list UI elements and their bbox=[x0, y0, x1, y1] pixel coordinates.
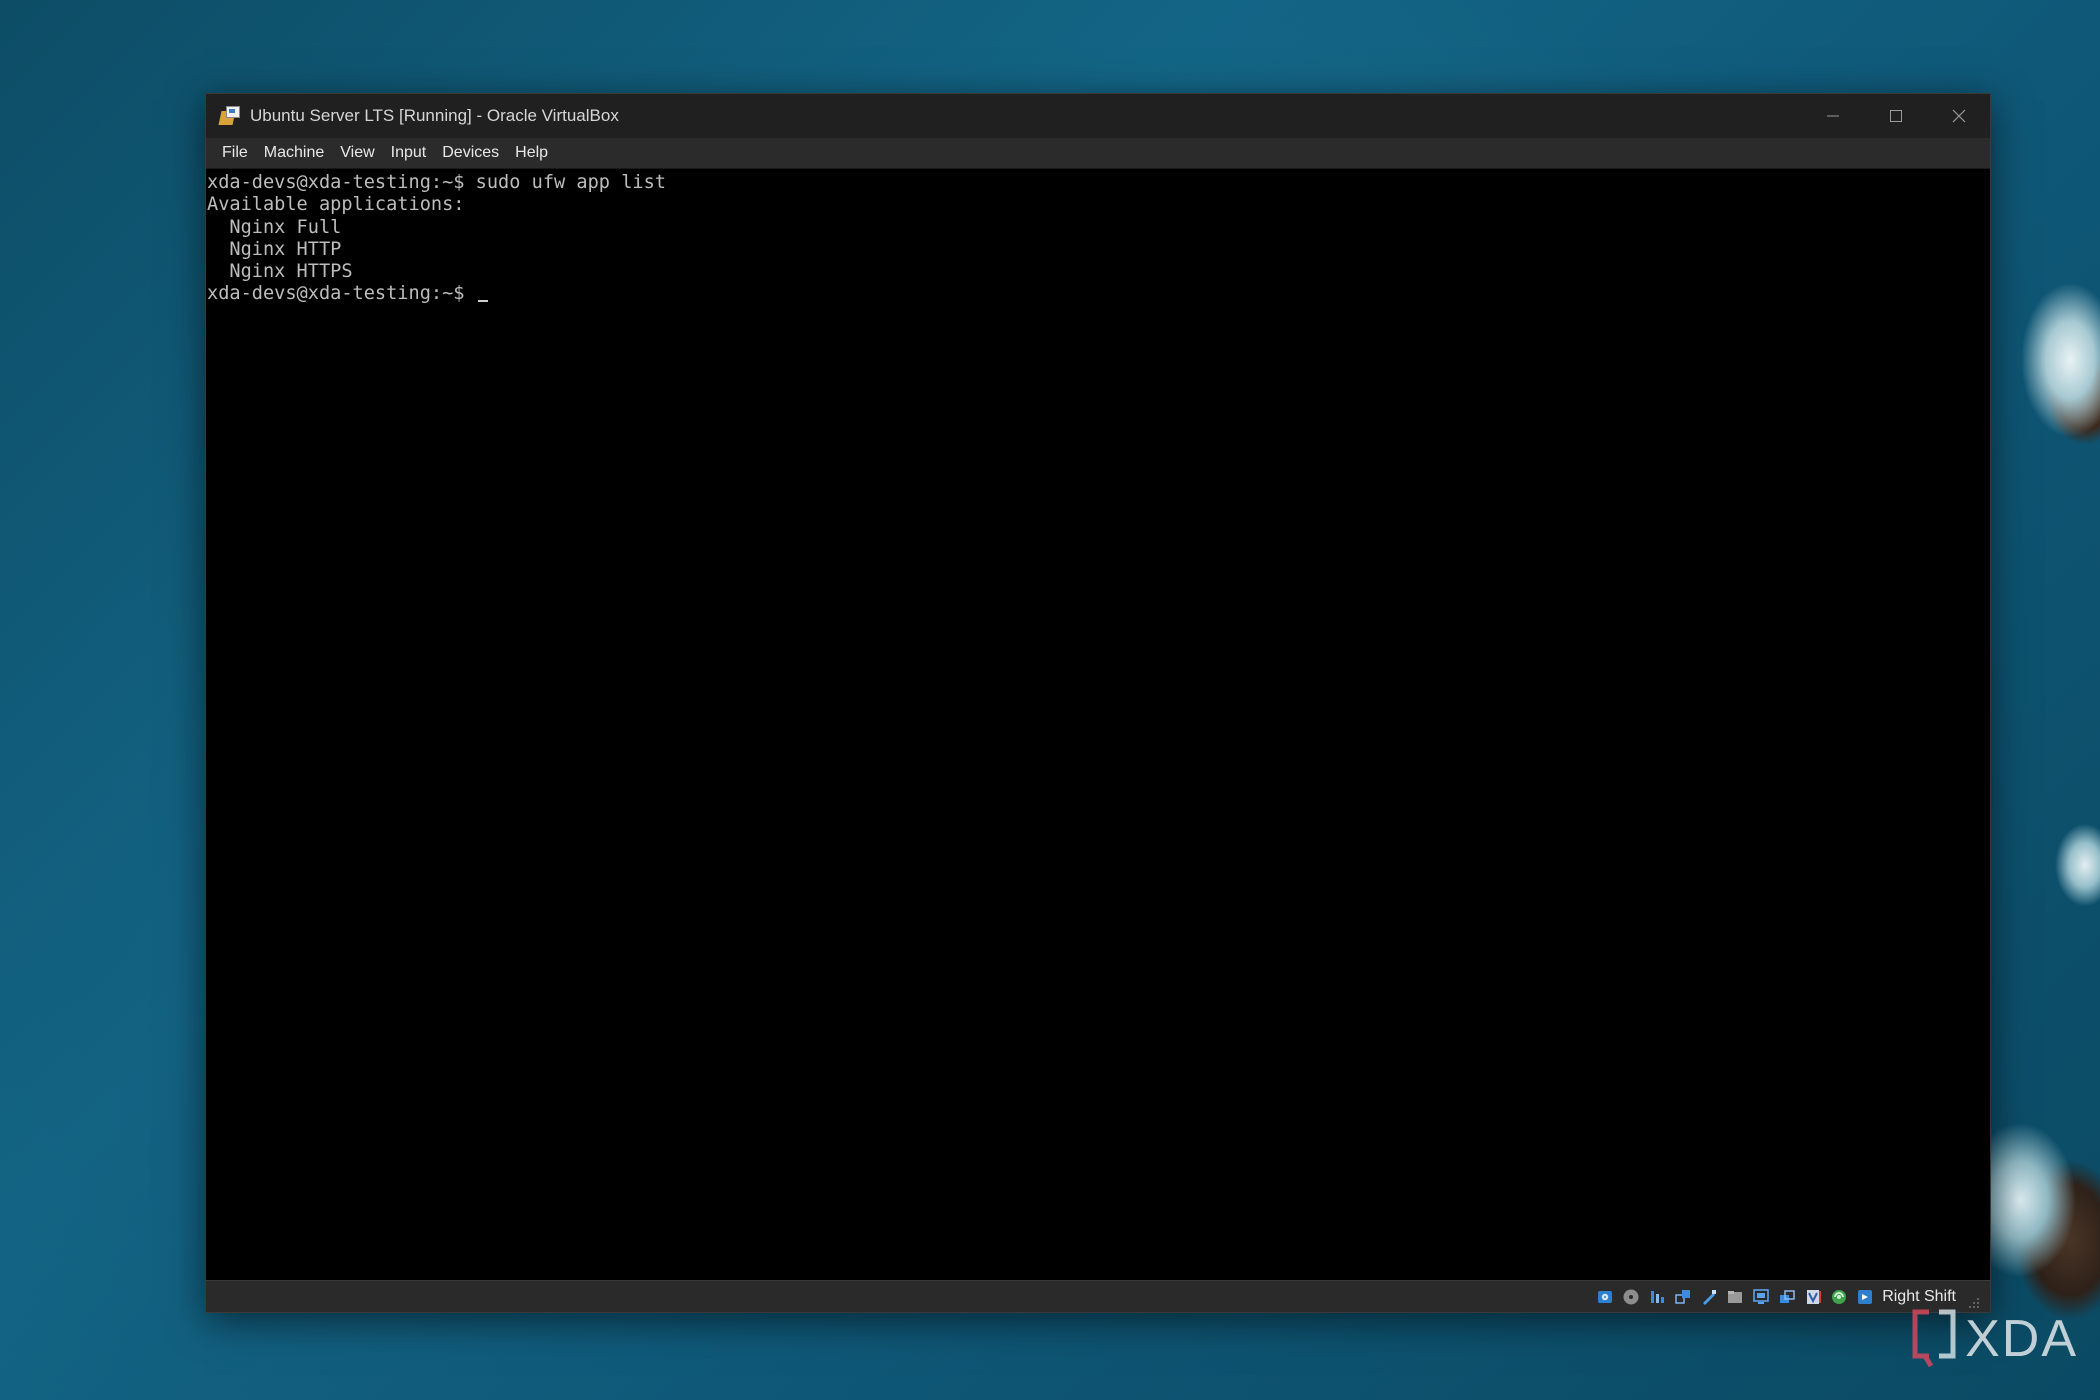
virtualization-icon[interactable] bbox=[1803, 1287, 1822, 1306]
host-key-label: Right Shift bbox=[1882, 1287, 1956, 1305]
menu-machine[interactable]: Machine bbox=[256, 138, 332, 168]
keyboard-capture-icon[interactable] bbox=[1855, 1287, 1874, 1306]
window-title: Ubuntu Server LTS [Running] - Oracle Vir… bbox=[250, 106, 619, 125]
menu-devices[interactable]: Devices bbox=[434, 138, 507, 168]
terminal-line: Nginx HTTP bbox=[207, 238, 342, 260]
menu-bar: File Machine View Input Devices Help bbox=[206, 138, 1990, 169]
terminal-prompt-line: xda-devs@xda-testing:~$ bbox=[207, 283, 1990, 305]
maximize-button[interactable] bbox=[1864, 94, 1927, 138]
menu-view[interactable]: View bbox=[332, 138, 382, 168]
terminal-line: Available applications: bbox=[207, 194, 465, 216]
menu-help[interactable]: Help bbox=[507, 138, 556, 168]
terminal-screen[interactable]: xda-devs@xda-testing:~$ sudo ufw app lis… bbox=[206, 169, 1990, 1280]
maximize-icon bbox=[1889, 110, 1902, 122]
close-icon bbox=[1952, 109, 1965, 123]
mouse-integration-icon[interactable] bbox=[1829, 1287, 1848, 1306]
shared-folders-icon[interactable] bbox=[1725, 1287, 1744, 1306]
display-icon[interactable] bbox=[1751, 1287, 1770, 1306]
network-icon[interactable] bbox=[1673, 1287, 1692, 1306]
optical-drive-icon[interactable] bbox=[1621, 1287, 1640, 1306]
close-button[interactable] bbox=[1927, 94, 1990, 138]
status-bar: Right Shift bbox=[206, 1280, 1990, 1312]
virtualbox-window: Ubuntu Server LTS [Running] - Oracle Vir… bbox=[205, 93, 1991, 1313]
audio-icon[interactable] bbox=[1647, 1287, 1666, 1306]
menu-file[interactable]: File bbox=[214, 138, 256, 168]
minimize-icon bbox=[1826, 115, 1839, 117]
resize-grip-icon[interactable] bbox=[1966, 1295, 1980, 1309]
terminal-line: Nginx HTTPS bbox=[207, 261, 353, 283]
hard-disk-icon[interactable] bbox=[1595, 1287, 1614, 1306]
window-controls bbox=[1801, 94, 1990, 138]
terminal-line: xda-devs@xda-testing:~$ sudo ufw app lis… bbox=[207, 172, 666, 193]
virtualbox-icon bbox=[218, 105, 240, 127]
usb-icon[interactable] bbox=[1699, 1287, 1718, 1306]
xda-watermark: XDA bbox=[1909, 1308, 2078, 1370]
title-bar[interactable]: Ubuntu Server LTS [Running] - Oracle Vir… bbox=[206, 94, 1990, 138]
menu-input[interactable]: Input bbox=[383, 138, 435, 168]
text-cursor bbox=[477, 300, 488, 303]
watermark-text: XDA bbox=[1965, 1310, 2078, 1368]
terminal-line: Nginx Full bbox=[207, 216, 342, 238]
xda-logo-icon bbox=[1912, 1309, 1956, 1368]
terminal-prompt: xda-devs@xda-testing:~$ bbox=[207, 283, 476, 305]
minimize-button[interactable] bbox=[1801, 94, 1864, 138]
recording-icon[interactable] bbox=[1777, 1287, 1796, 1306]
